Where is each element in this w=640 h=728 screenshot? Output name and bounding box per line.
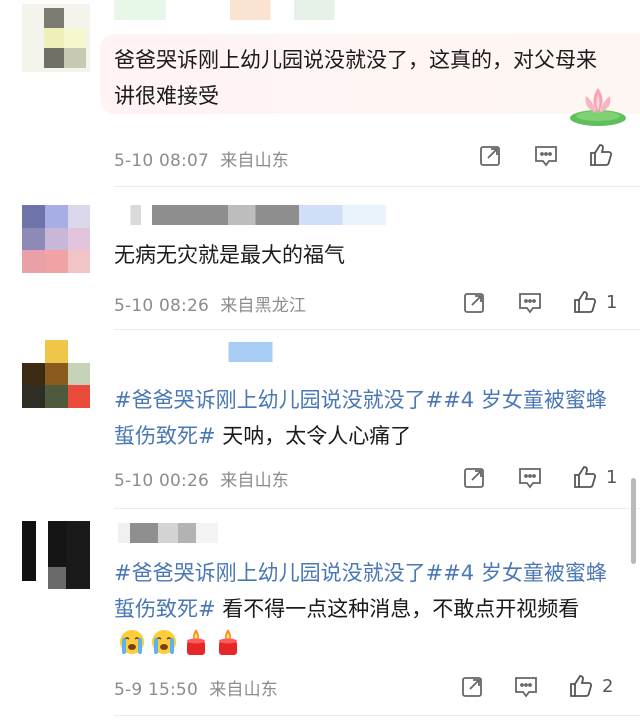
comment-text: #爸爸哭诉刚上幼儿园说没就没了##4 岁女童被蜜蜂蜇伤致死# 天呐，太令人心痛了 (114, 382, 614, 454)
comment-text-content: 爸爸哭诉刚上幼儿园说没就没了，这真的，对父母来讲很难接受 (114, 48, 597, 108)
comment-date: 5-10 08:07 (114, 151, 209, 171)
username-blurred[interactable] (114, 0, 404, 20)
username-blurred[interactable] (118, 523, 218, 543)
comment-meta: 5-10 00:26 来自山东 (114, 466, 289, 491)
comment-meta: 5-10 08:07 来自山东 (114, 146, 289, 171)
hashtag-link[interactable]: #爸爸哭诉刚上幼儿园说没就没了# (114, 561, 443, 585)
comment-item-4: #爸爸哭诉刚上幼儿园说没就没了##4 岁女童被蜜蜂蜇伤致死# 看不得一点这种消息… (0, 509, 640, 728)
like-count: 1 (606, 467, 618, 488)
avatar[interactable] (22, 4, 90, 72)
username-blurred[interactable] (114, 205, 386, 225)
comment-meta: 5-9 15:50 来自山东 (114, 675, 278, 700)
comment-text: #爸爸哭诉刚上幼儿园说没就没了##4 岁女童被蜜蜂蜇伤致死# 看不得一点这种消息… (114, 555, 614, 668)
comment-text-content: 天呐，太令人心痛了 (215, 424, 412, 448)
comment-icon[interactable] (533, 144, 559, 168)
comment-meta: 5-10 08:26 来自黑龙江 (114, 291, 306, 316)
comment-location: 来自山东 (220, 151, 290, 171)
scrollbar[interactable] (631, 478, 636, 564)
like-icon[interactable] (572, 289, 598, 315)
avatar[interactable] (22, 521, 90, 589)
crying-emoji (118, 628, 146, 667)
hashtag-link[interactable]: #爸爸哭诉刚上幼儿园说没就没了# (114, 388, 443, 412)
divider (114, 715, 640, 716)
comment-date: 5-10 08:26 (114, 296, 209, 316)
comment-text-content: 无病无灾就是最大的福气 (114, 243, 345, 267)
comment-location: 来自山东 (209, 680, 278, 700)
avatar[interactable] (22, 340, 90, 408)
comment-item-1: 爸爸哭诉刚上幼儿园说没就没了，这真的，对父母来讲很难接受 5-10 08:07 … (0, 0, 640, 186)
share-icon[interactable] (462, 291, 486, 315)
comment-icon[interactable] (517, 466, 543, 490)
candle-emoji (214, 627, 242, 668)
comment-item-2: 无病无灾就是最大的福气 5-10 08:26 来自黑龙江 1 (0, 187, 640, 329)
comment-icon[interactable] (517, 291, 543, 315)
comment-item-3: #爸爸哭诉刚上幼儿园说没就没了##4 岁女童被蜜蜂蜇伤致死# 天呐，太令人心痛了… (0, 330, 640, 508)
crying-emoji (150, 628, 178, 667)
comment-location: 来自黑龙江 (220, 296, 307, 316)
comment-text: 爸爸哭诉刚上幼儿园说没就没了，这真的，对父母来讲很难接受 (114, 42, 614, 114)
like-icon[interactable] (588, 142, 614, 168)
username-blurred[interactable] (190, 342, 300, 362)
like-icon[interactable] (568, 673, 594, 699)
lotus-sticker (566, 80, 630, 128)
like-count: 1 (606, 292, 618, 313)
like-icon[interactable] (572, 464, 598, 490)
comment-text-content: 看不得一点这种消息，不敢点开视频看 (215, 597, 580, 621)
avatar[interactable] (22, 205, 90, 273)
like-count: 2 (602, 676, 614, 697)
comment-date: 5-9 15:50 (114, 680, 198, 700)
comment-icon[interactable] (513, 675, 539, 699)
share-icon[interactable] (460, 675, 484, 699)
share-icon[interactable] (462, 466, 486, 490)
share-icon[interactable] (478, 144, 502, 168)
comment-date: 5-10 00:26 (114, 471, 209, 491)
comment-location: 来自山东 (220, 471, 290, 491)
candle-emoji (182, 627, 210, 668)
comment-text: 无病无灾就是最大的福气 (114, 237, 614, 273)
